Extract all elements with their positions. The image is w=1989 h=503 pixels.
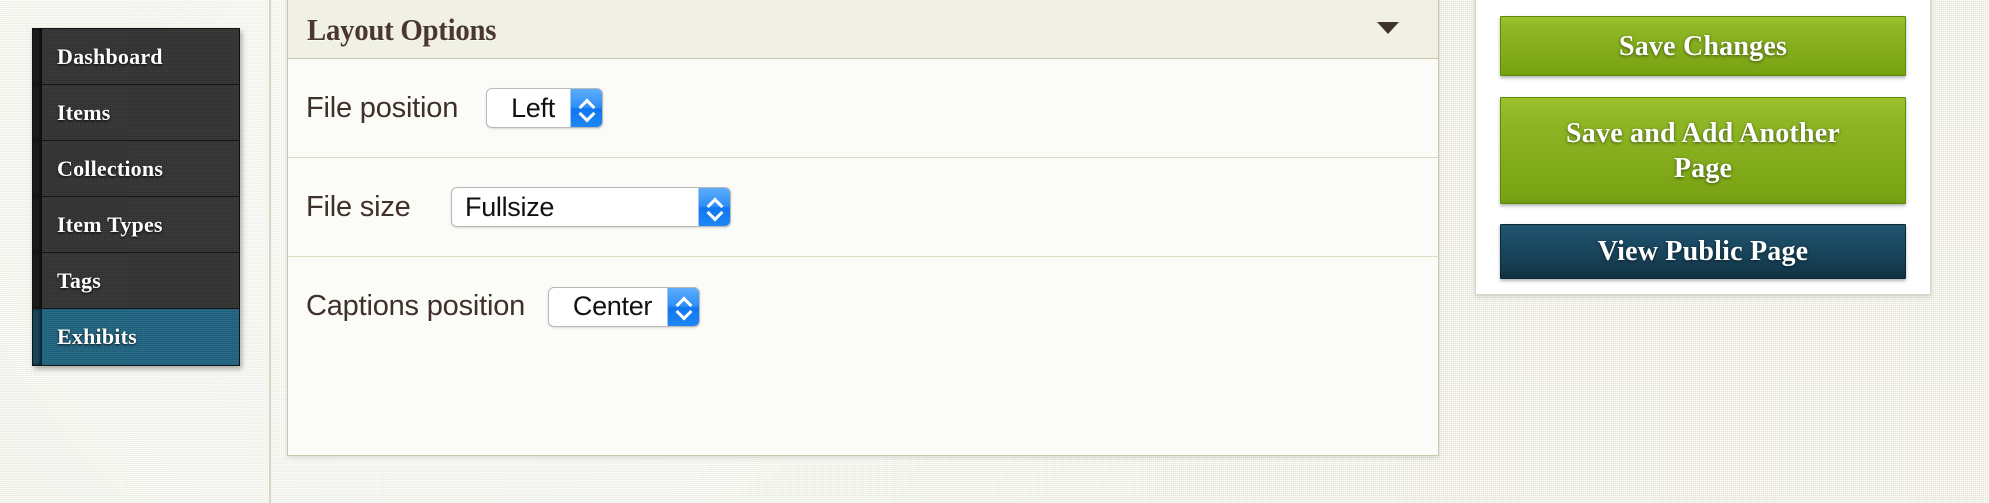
- chevron-down-icon: [580, 110, 593, 117]
- chevron-down-icon: [677, 308, 690, 315]
- sidebar-item-label: Dashboard: [57, 43, 163, 69]
- sidebar-item-items[interactable]: Items: [33, 85, 239, 141]
- sidebar-item-dashboard[interactable]: Dashboard: [33, 29, 239, 85]
- layout-options-header[interactable]: Layout Options: [288, 0, 1438, 59]
- file-size-select[interactable]: Fullsize: [451, 187, 731, 227]
- save-and-add-another-page-button[interactable]: Save and Add Another Page: [1500, 97, 1906, 204]
- page-title: Layout Options: [307, 12, 497, 47]
- left-column: Dashboard Items Collections Item Types T…: [0, 0, 271, 503]
- file-position-select[interactable]: Left: [486, 88, 603, 128]
- file-position-value: Left: [511, 92, 555, 123]
- view-public-page-button[interactable]: View Public Page: [1500, 224, 1906, 279]
- sidebar-item-exhibits[interactable]: Exhibits: [33, 309, 239, 365]
- sidebar-item-tags[interactable]: Tags: [33, 253, 239, 309]
- form-row-captions-position: Captions position Center: [288, 257, 1438, 356]
- form-row-file-size: File size Fullsize: [288, 158, 1438, 257]
- file-position-label: File position: [306, 91, 459, 124]
- actions-panel: Save Changes Save and Add Another Page V…: [1475, 0, 1931, 295]
- captions-position-select[interactable]: Center: [548, 286, 700, 327]
- captions-position-label: Captions position: [306, 290, 526, 322]
- form-row-file-position: File position Left: [288, 59, 1438, 158]
- save-changes-button[interactable]: Save Changes: [1500, 16, 1906, 76]
- chevron-down-icon[interactable]: [1377, 22, 1399, 34]
- file-size-value: Fullsize: [465, 191, 555, 222]
- stepper-icon[interactable]: [667, 287, 699, 326]
- chevron-down-icon: [708, 209, 721, 216]
- sidebar-item-item-types[interactable]: Item Types: [33, 197, 239, 253]
- stepper-icon[interactable]: [698, 188, 730, 226]
- sidebar-item-label: Items: [57, 99, 111, 125]
- sidebar-item-label: Item Types: [57, 211, 163, 237]
- sidebar-navigation: Dashboard Items Collections Item Types T…: [32, 28, 240, 366]
- layout-options-panel: Layout Options File position Left File s…: [287, 0, 1439, 456]
- file-size-label: File size: [306, 190, 411, 223]
- sidebar-item-label: Collections: [57, 155, 164, 181]
- stepper-icon[interactable]: [570, 89, 602, 127]
- sidebar-item-label: Tags: [57, 267, 102, 293]
- sidebar-item-label: Exhibits: [57, 324, 137, 349]
- sidebar-item-collections[interactable]: Collections: [33, 141, 239, 197]
- captions-position-value: Center: [572, 291, 653, 321]
